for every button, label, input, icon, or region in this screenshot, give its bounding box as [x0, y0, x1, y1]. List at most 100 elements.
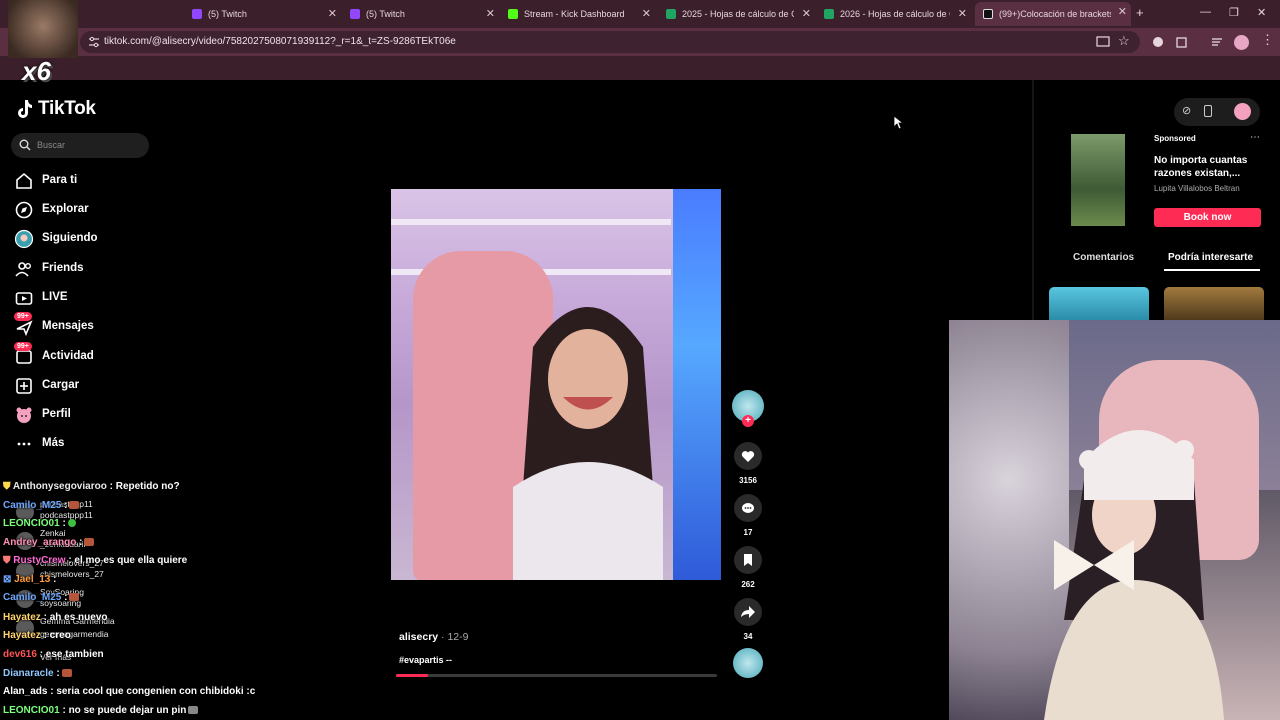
chat-message: Camilo_M25 :	[3, 500, 80, 511]
tab-title: 2026 - Hojas de cálculo de Goo	[840, 9, 950, 19]
sidebar-item-cargar[interactable]: Cargar	[14, 375, 79, 397]
chat-username: LEONCIO01	[3, 705, 60, 716]
combo-multiplier: x6	[22, 56, 51, 86]
window-close-icon[interactable]: ✕	[1257, 6, 1266, 19]
browser-tab[interactable]: 2026 - Hojas de cálculo de Goo ✕	[824, 4, 967, 24]
browser-menu-icon[interactable]: ⋮	[1261, 32, 1275, 47]
maximize-icon[interactable]: ❐	[1229, 6, 1239, 19]
live-icon	[15, 292, 33, 305]
new-tab-icon[interactable]: +	[1136, 5, 1144, 20]
search-icon	[19, 139, 31, 151]
browser-tab[interactable]: 2025 - Hojas de cálculo de Goo ✕	[666, 4, 811, 24]
close-tab-icon[interactable]: ✕	[486, 7, 495, 20]
chat-message: Camilo_M25 :	[3, 592, 80, 603]
chat-text: : no se puede dejar un pin	[62, 705, 187, 716]
close-tab-icon[interactable]: ✕	[1118, 5, 1127, 18]
share-button[interactable]: 34	[732, 598, 764, 641]
sidebar-item-label: LIVE	[42, 291, 68, 303]
sidebar-item-label: Para ti	[42, 174, 78, 186]
browser-tab-active[interactable]: (99+)Colocación de brackets: tu ✕	[975, 2, 1131, 26]
tab-podria-interesarte[interactable]: Podría interesarte	[1168, 252, 1253, 263]
close-tab-icon[interactable]: ✕	[328, 7, 337, 20]
media-controls-icon[interactable]	[1210, 35, 1224, 49]
browser-tab[interactable]: (5) Twitch ✕	[192, 4, 337, 24]
chat-text: : Repetido no?	[109, 481, 180, 492]
chat-text: : creo	[43, 630, 71, 641]
sidebar-item-para-ti[interactable]: Para ti	[14, 170, 77, 192]
sidebar-item-label: Cargar	[42, 379, 80, 391]
emote-icon	[61, 669, 72, 678]
url-field[interactable]: tiktok.com/@alisecry/video/7582027508071…	[80, 31, 1140, 53]
extension-icon[interactable]	[1151, 35, 1165, 49]
device-icon[interactable]	[1204, 105, 1212, 117]
sidebar-item-siguiendo[interactable]: Siguiendo	[14, 228, 98, 250]
follow-plus-icon[interactable]: +	[742, 415, 754, 427]
tab-comments[interactable]: Comentarios	[1073, 252, 1134, 263]
like-button[interactable]: 3156	[732, 442, 764, 485]
recommended-video-thumbnail[interactable]	[1164, 287, 1264, 320]
sidebar-item-label: Siguiendo	[42, 232, 98, 244]
sheets-favicon-icon	[666, 9, 676, 19]
page-header-strip	[0, 56, 1280, 80]
ad-description[interactable]: No importa cuantas razones existan,...	[1154, 154, 1254, 180]
heart-icon	[741, 450, 755, 462]
share-count: 34	[743, 632, 753, 641]
video-person	[513, 307, 663, 580]
mouse-cursor-icon	[894, 116, 904, 130]
video-hashtag[interactable]: #evapartis --	[399, 655, 452, 665]
search-input[interactable]: Buscar	[11, 133, 149, 158]
video-author[interactable]: alisecry · 12-9	[399, 631, 468, 643]
sidebar-item-friends[interactable]: Friends	[14, 258, 84, 280]
sidebar-item-explorar[interactable]: Explorar	[14, 199, 89, 221]
upload-icon	[16, 378, 32, 394]
explore-icon[interactable]: ⊘	[1182, 104, 1191, 117]
ad-thumbnail[interactable]	[1071, 134, 1125, 226]
author-avatar[interactable]: +	[732, 390, 764, 427]
chat-username: Camilo_M25	[3, 500, 62, 511]
save-button[interactable]: 262	[732, 546, 764, 589]
sidebar-item-mensajes[interactable]: 99+ Mensajes	[14, 312, 94, 338]
ad-more-icon[interactable]: ⋯	[1250, 132, 1260, 143]
minimize-icon[interactable]: —	[1200, 6, 1211, 18]
friends-icon	[15, 262, 31, 277]
twitch-favicon-icon	[350, 9, 360, 19]
profile-avatar[interactable]	[1234, 35, 1249, 50]
video-date: · 12-9	[441, 631, 469, 643]
top-right-controls: ⊘	[1174, 98, 1260, 126]
sidebar-item-perfil[interactable]: Perfil	[14, 404, 71, 426]
tiktok-favicon-icon	[983, 9, 993, 19]
close-tab-icon[interactable]: ✕	[802, 7, 811, 20]
emote-icon	[188, 706, 199, 715]
address-bar: tiktok.com/@alisecry/video/7582027508071…	[0, 28, 1280, 56]
author-name: alisecry	[399, 631, 439, 643]
more-icon	[17, 442, 31, 446]
sound-avatar[interactable]	[732, 648, 764, 678]
puzzle-extensions-icon[interactable]	[1175, 35, 1189, 49]
comment-icon	[742, 502, 754, 513]
tab-title: Stream - Kick Dashboard	[524, 9, 625, 19]
notification-badge: 99+	[14, 342, 32, 351]
close-tab-icon[interactable]: ✕	[958, 7, 967, 20]
compass-icon	[15, 201, 33, 219]
sidebar-item-mas[interactable]: Más	[14, 433, 64, 455]
video-player[interactable]	[391, 189, 721, 580]
profile-icon	[16, 407, 32, 423]
chat-username: Hayatez	[3, 612, 41, 623]
sidebar-item-actividad[interactable]: 99+ Actividad	[14, 342, 94, 368]
bookmark-star-icon[interactable]: ☆	[1118, 33, 1132, 48]
streamer-emote-overlay	[8, 0, 78, 58]
user-avatar-icon[interactable]	[1234, 103, 1251, 120]
sidebar-item-live[interactable]: LIVE	[14, 287, 68, 309]
chat-text: : seria cool que congenien con chibidoki…	[50, 686, 256, 697]
browser-tab[interactable]: Stream - Kick Dashboard ✕	[508, 4, 651, 24]
browser-tab[interactable]: (5) Twitch ✕	[350, 4, 495, 24]
like-count: 3156	[739, 476, 757, 485]
video-progress-bar[interactable]	[396, 674, 717, 677]
comment-button[interactable]: 17	[732, 494, 764, 537]
close-tab-icon[interactable]: ✕	[642, 7, 651, 20]
site-settings-icon[interactable]	[88, 36, 100, 48]
tiktok-logo[interactable]: TikTok	[16, 98, 96, 120]
recommended-video-thumbnail[interactable]	[1049, 287, 1149, 320]
install-app-icon[interactable]	[1096, 35, 1110, 49]
book-now-button[interactable]: Book now	[1154, 208, 1261, 227]
